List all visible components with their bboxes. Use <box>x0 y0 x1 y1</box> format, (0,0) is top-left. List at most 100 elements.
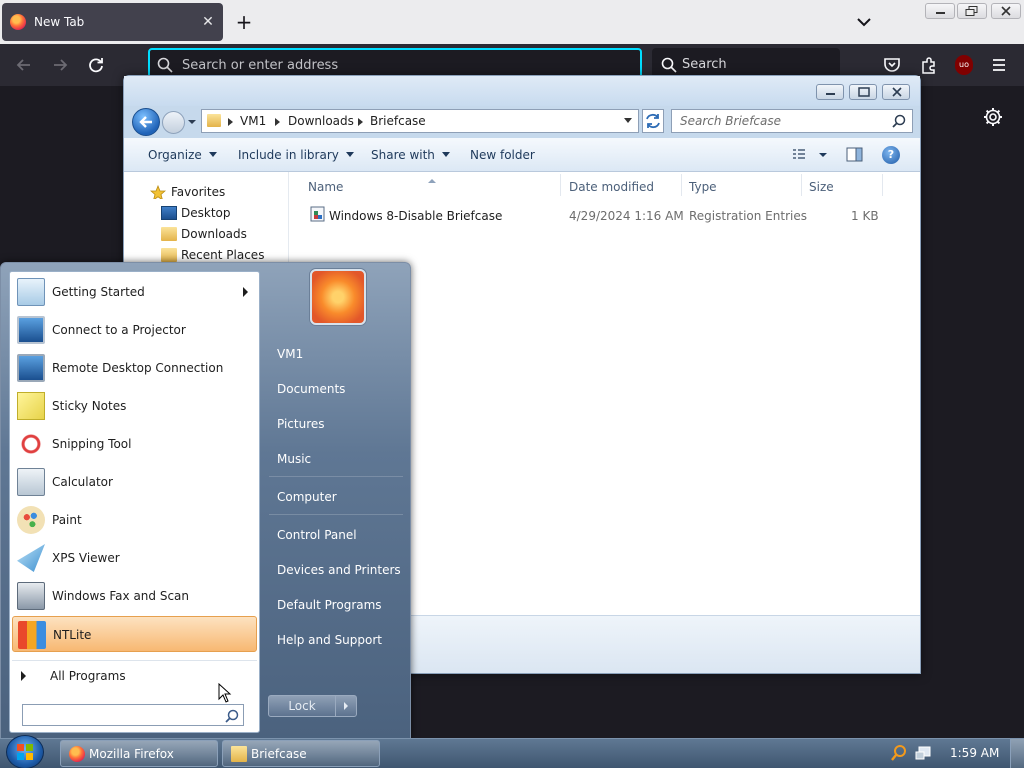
new-folder-button[interactable]: New folder <box>470 148 535 162</box>
tab-new-tab[interactable]: New Tab ✕ <box>2 3 223 41</box>
breadcrumb-arrow-icon[interactable] <box>275 118 280 126</box>
column-header-name[interactable]: Name <box>308 180 343 194</box>
user-avatar[interactable] <box>310 269 366 325</box>
include-in-library-label: Include in library <box>238 148 339 162</box>
reload-button[interactable] <box>83 52 109 78</box>
start-link-help-and-support[interactable]: Help and Support <box>277 633 382 647</box>
breadcrumb-briefcase[interactable]: Briefcase <box>370 114 426 128</box>
lock-button[interactable]: Lock <box>268 695 336 717</box>
explorer-close-button[interactable] <box>882 84 910 100</box>
desktop-icon <box>161 206 177 220</box>
start-link-default-programs[interactable]: Default Programs <box>277 598 382 612</box>
organize-button[interactable]: Organize <box>148 148 217 162</box>
preview-pane-button[interactable] <box>846 147 864 163</box>
start-search-input[interactable] <box>22 704 244 726</box>
include-in-library-button[interactable]: Include in library <box>238 148 354 162</box>
explorer-titlebar[interactable] <box>124 76 920 106</box>
program-paint[interactable]: Paint <box>12 502 257 538</box>
column-separator[interactable] <box>560 174 561 196</box>
menu-divider <box>269 514 403 515</box>
nav-favorites[interactable]: Favorites <box>124 182 289 203</box>
breadcrumb-arrow-icon[interactable] <box>358 118 363 126</box>
column-separator[interactable] <box>882 174 883 196</box>
start-link-devices-and-printers[interactable]: Devices and Printers <box>277 563 401 577</box>
newtab-settings-button[interactable] <box>982 106 1004 128</box>
recent-pages-dropdown[interactable] <box>187 116 197 126</box>
column-separator[interactable] <box>681 174 682 196</box>
explorer-minimize-button[interactable] <box>816 84 844 100</box>
start-menu: Getting Started Connect to a Projector Rem… <box>0 262 411 740</box>
program-snipping-tool[interactable]: Snipping Tool <box>12 426 257 462</box>
start-link-documents[interactable]: Documents <box>277 382 345 396</box>
start-link-music[interactable]: Music <box>277 452 311 466</box>
start-button[interactable] <box>6 735 44 768</box>
start-link-computer[interactable]: Computer <box>277 490 337 504</box>
program-projector[interactable]: Connect to a Projector <box>12 312 257 348</box>
magnifier-icon <box>891 745 906 761</box>
url-placeholder: Search or enter address <box>182 58 339 73</box>
explorer-address-bar[interactable]: VM1 Downloads Briefcase <box>201 109 639 133</box>
explorer-restore-button[interactable] <box>849 84 877 100</box>
breadcrumb-vm1[interactable]: VM1 <box>240 114 266 128</box>
explorer-refresh-button[interactable] <box>642 109 664 133</box>
taskbar-briefcase-label: Briefcase <box>251 747 307 761</box>
explorer-back-button[interactable] <box>132 108 160 136</box>
forward-button[interactable] <box>47 52 73 78</box>
close-window-button[interactable] <box>991 3 1021 19</box>
tray-search-icon[interactable] <box>890 744 908 762</box>
shutdown-options-button[interactable] <box>335 695 357 717</box>
close-tab-icon[interactable]: ✕ <box>198 12 218 32</box>
help-icon[interactable]: ? <box>882 146 900 164</box>
taskbar-button-firefox[interactable]: Mozilla Firefox <box>60 740 218 767</box>
restore-button[interactable] <box>957 3 987 19</box>
column-header-size[interactable]: Size <box>809 180 834 194</box>
minimize-button[interactable] <box>925 3 955 19</box>
start-link-pictures[interactable]: Pictures <box>277 417 325 431</box>
recent-places-icon <box>161 248 177 262</box>
back-button[interactable] <box>11 52 37 78</box>
nav-desktop[interactable]: Desktop <box>124 203 289 224</box>
start-link-control-panel[interactable]: Control Panel <box>277 528 357 542</box>
new-tab-button[interactable]: + <box>233 11 255 33</box>
gear-icon <box>984 108 1002 126</box>
breadcrumb-arrow-icon[interactable] <box>228 118 233 126</box>
program-sticky-notes[interactable]: Sticky Notes <box>12 388 257 424</box>
nav-downloads[interactable]: Downloads <box>124 224 289 245</box>
folder-icon <box>231 746 247 762</box>
downloads-folder-icon <box>161 227 177 241</box>
column-header-type[interactable]: Type <box>689 180 717 194</box>
pocket-button[interactable] <box>882 55 902 75</box>
refresh-icon <box>646 113 660 129</box>
address-dropdown-icon[interactable] <box>624 118 632 123</box>
chevron-down-icon <box>441 152 450 157</box>
change-view-button[interactable] <box>791 148 831 162</box>
explorer-search-box[interactable]: Search Briefcase <box>671 109 913 133</box>
network-icon[interactable] <box>914 744 932 762</box>
app-menu-button[interactable] <box>988 55 1010 75</box>
column-header-date-modified[interactable]: Date modified <box>569 180 654 194</box>
clock[interactable]: 1:59 AM <box>950 746 999 760</box>
program-fax-scan[interactable]: Windows Fax and Scan <box>12 578 257 614</box>
program-label: Sticky Notes <box>52 399 127 413</box>
ublock-origin-icon[interactable]: uo <box>955 55 973 75</box>
column-separator[interactable] <box>801 174 802 196</box>
program-getting-started[interactable]: Getting Started <box>12 274 257 310</box>
extensions-button[interactable] <box>918 54 940 76</box>
breadcrumb-downloads[interactable]: Downloads <box>288 114 354 128</box>
show-desktop-button[interactable] <box>1010 739 1024 768</box>
program-xps-viewer[interactable]: XPS Viewer <box>12 540 257 576</box>
minimize-icon <box>826 93 835 95</box>
explorer-forward-button[interactable] <box>162 111 185 134</box>
search-icon <box>661 57 677 73</box>
file-row[interactable]: Windows 8-Disable Briefcase 4/29/2024 1:… <box>290 202 920 226</box>
list-all-tabs-button[interactable] <box>852 11 876 33</box>
share-with-button[interactable]: Share with <box>371 148 450 162</box>
search-icon <box>157 57 173 73</box>
program-label: NTLite <box>53 628 92 642</box>
start-link-vm1[interactable]: VM1 <box>277 347 303 361</box>
taskbar: Mozilla Firefox Briefcase 1:59 AM <box>0 735 1024 768</box>
program-remote-desktop[interactable]: Remote Desktop Connection <box>12 350 257 386</box>
taskbar-button-briefcase[interactable]: Briefcase <box>222 740 380 767</box>
program-ntlite[interactable]: NTLite <box>12 616 257 652</box>
program-calculator[interactable]: Calculator <box>12 464 257 500</box>
